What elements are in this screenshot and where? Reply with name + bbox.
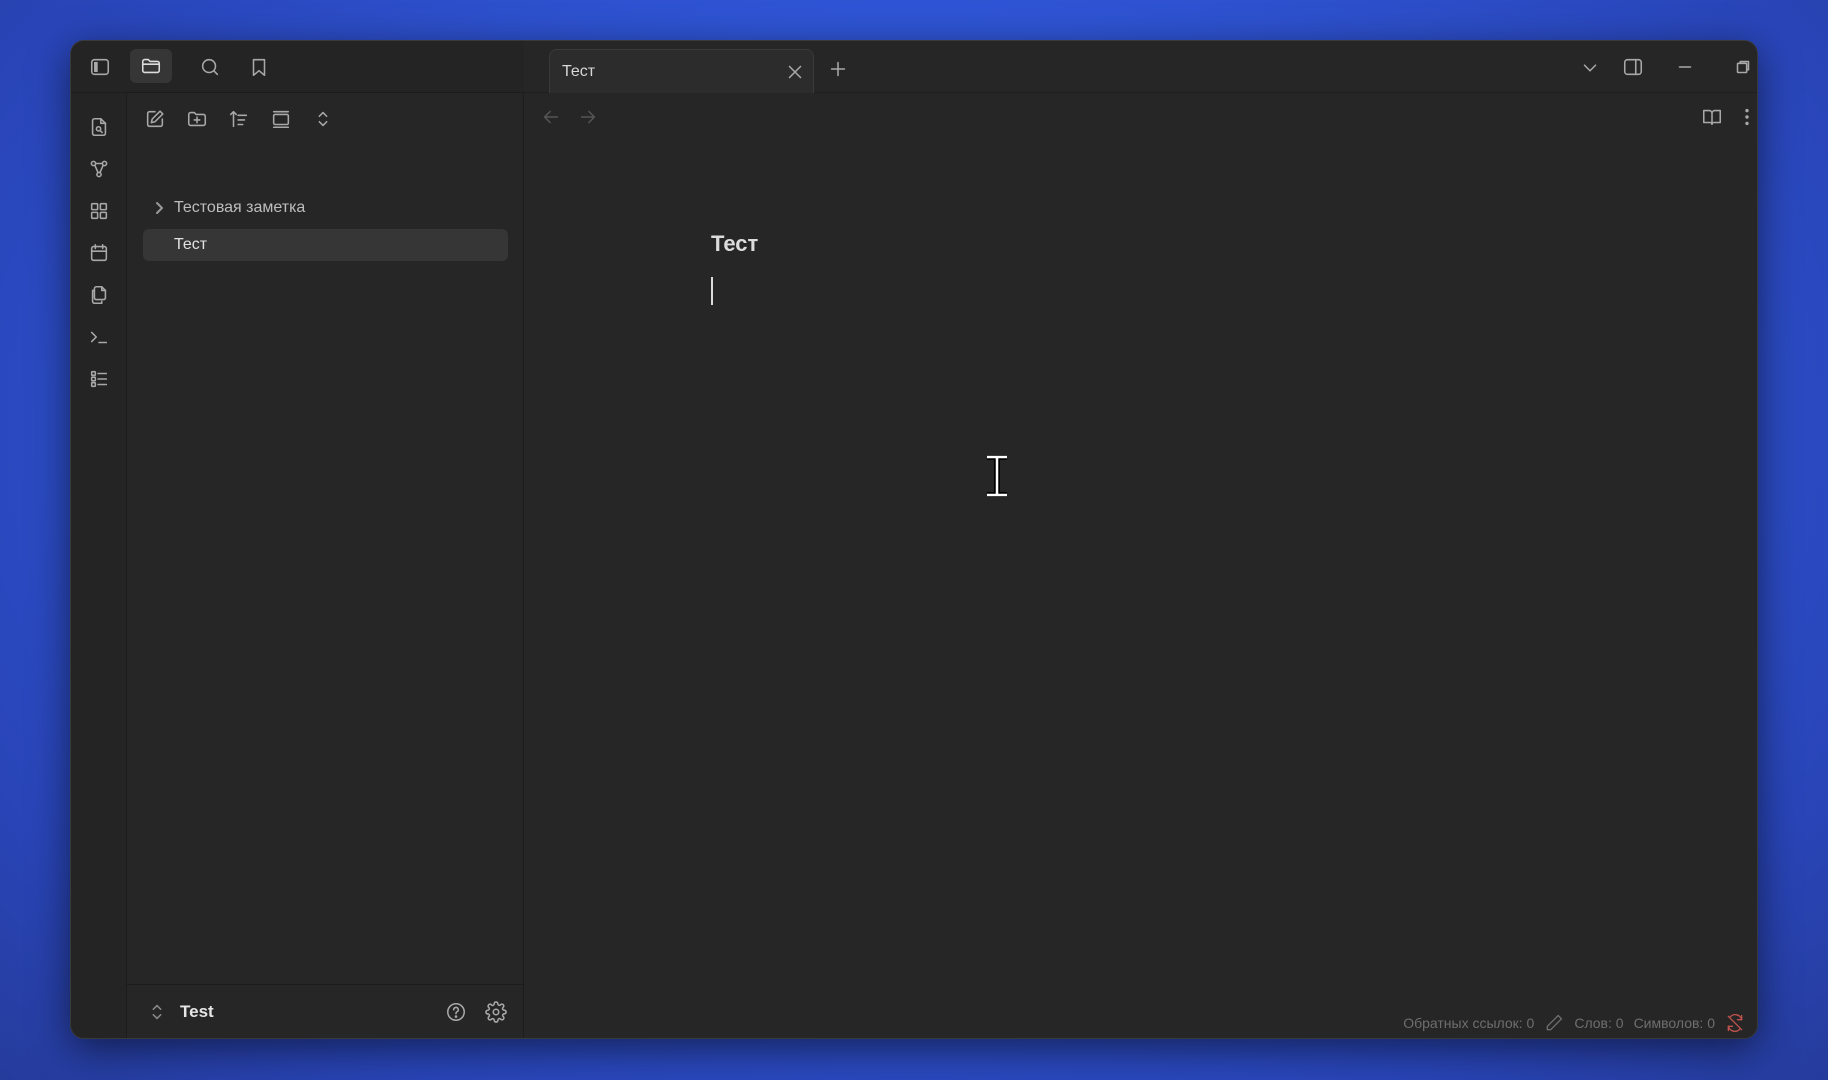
toggle-right-sidebar-icon[interactable]	[1617, 51, 1649, 83]
file-explorer: Тестовая заметка Тест Test	[127, 93, 524, 1038]
calendar-icon[interactable]	[83, 237, 115, 269]
tab-title: Тест	[562, 63, 596, 80]
toggle-sidebar-icon[interactable]	[84, 51, 116, 83]
sidebar-header	[71, 41, 524, 93]
vault-name[interactable]: Test	[180, 1002, 214, 1022]
sync-error-icon[interactable]	[1725, 1013, 1745, 1033]
chevron-right-icon	[151, 200, 167, 216]
forward-arrow-icon[interactable]	[572, 101, 604, 133]
auto-reveal-icon[interactable]	[265, 103, 297, 135]
app-window: Тестовая заметка Тест Test Тест Тест Обр…	[70, 40, 1758, 1039]
reading-view-icon[interactable]	[1696, 101, 1728, 133]
settings-gear-icon[interactable]	[480, 996, 512, 1028]
tree-folder[interactable]: Тестовая заметка	[143, 192, 508, 224]
expand-collapse-icon[interactable]	[307, 103, 339, 135]
tab-active[interactable]: Тест	[549, 49, 814, 93]
minimize-icon[interactable]	[1669, 51, 1701, 83]
edit-mode-icon[interactable]	[1544, 1013, 1564, 1033]
ribbon	[71, 93, 127, 1038]
new-tab-icon[interactable]	[822, 53, 854, 85]
backlinks-count[interactable]: Обратных ссылок: 0	[1403, 1015, 1534, 1031]
canvas-icon[interactable]	[83, 195, 115, 227]
back-arrow-icon[interactable]	[535, 101, 567, 133]
text-cursor-icon	[987, 455, 1007, 497]
help-icon[interactable]	[440, 996, 472, 1028]
sort-icon[interactable]	[223, 103, 255, 135]
tree-file[interactable]: Тест	[143, 229, 508, 261]
outline-list-icon[interactable]	[83, 363, 115, 395]
tab-bar: Тест	[524, 41, 1757, 93]
tree-folder-label: Тестовая заметка	[174, 199, 306, 216]
graph-view-icon[interactable]	[83, 153, 115, 185]
restore-icon[interactable]	[1727, 51, 1757, 83]
status-bar: Обратных ссылок: 0 Слов: 0 Символов: 0	[1403, 1008, 1757, 1038]
close-tab-icon[interactable]	[779, 56, 811, 88]
text-caret	[711, 277, 713, 305]
quick-switcher-icon[interactable]	[83, 111, 115, 143]
word-count: Слов: 0	[1574, 1015, 1624, 1031]
bookmark-icon[interactable]	[243, 51, 275, 83]
vault-switch-icon[interactable]	[141, 996, 173, 1028]
vault-switcher-bar: Test	[127, 984, 523, 1038]
templates-icon[interactable]	[83, 279, 115, 311]
editor-pane: Тест Обратных ссылок: 0 Слов: 0 Символов…	[524, 93, 1757, 1038]
new-note-icon[interactable]	[139, 103, 171, 135]
new-folder-icon[interactable]	[181, 103, 213, 135]
tab-list-chevron-down-icon[interactable]	[1574, 52, 1606, 84]
search-icon[interactable]	[194, 51, 226, 83]
note-title[interactable]: Тест	[711, 231, 758, 257]
command-palette-icon[interactable]	[83, 321, 115, 353]
more-options-icon[interactable]	[1731, 101, 1757, 133]
tree-file-label: Тест	[174, 236, 208, 253]
files-view-icon[interactable]	[130, 49, 172, 83]
character-count: Символов: 0	[1633, 1015, 1715, 1031]
